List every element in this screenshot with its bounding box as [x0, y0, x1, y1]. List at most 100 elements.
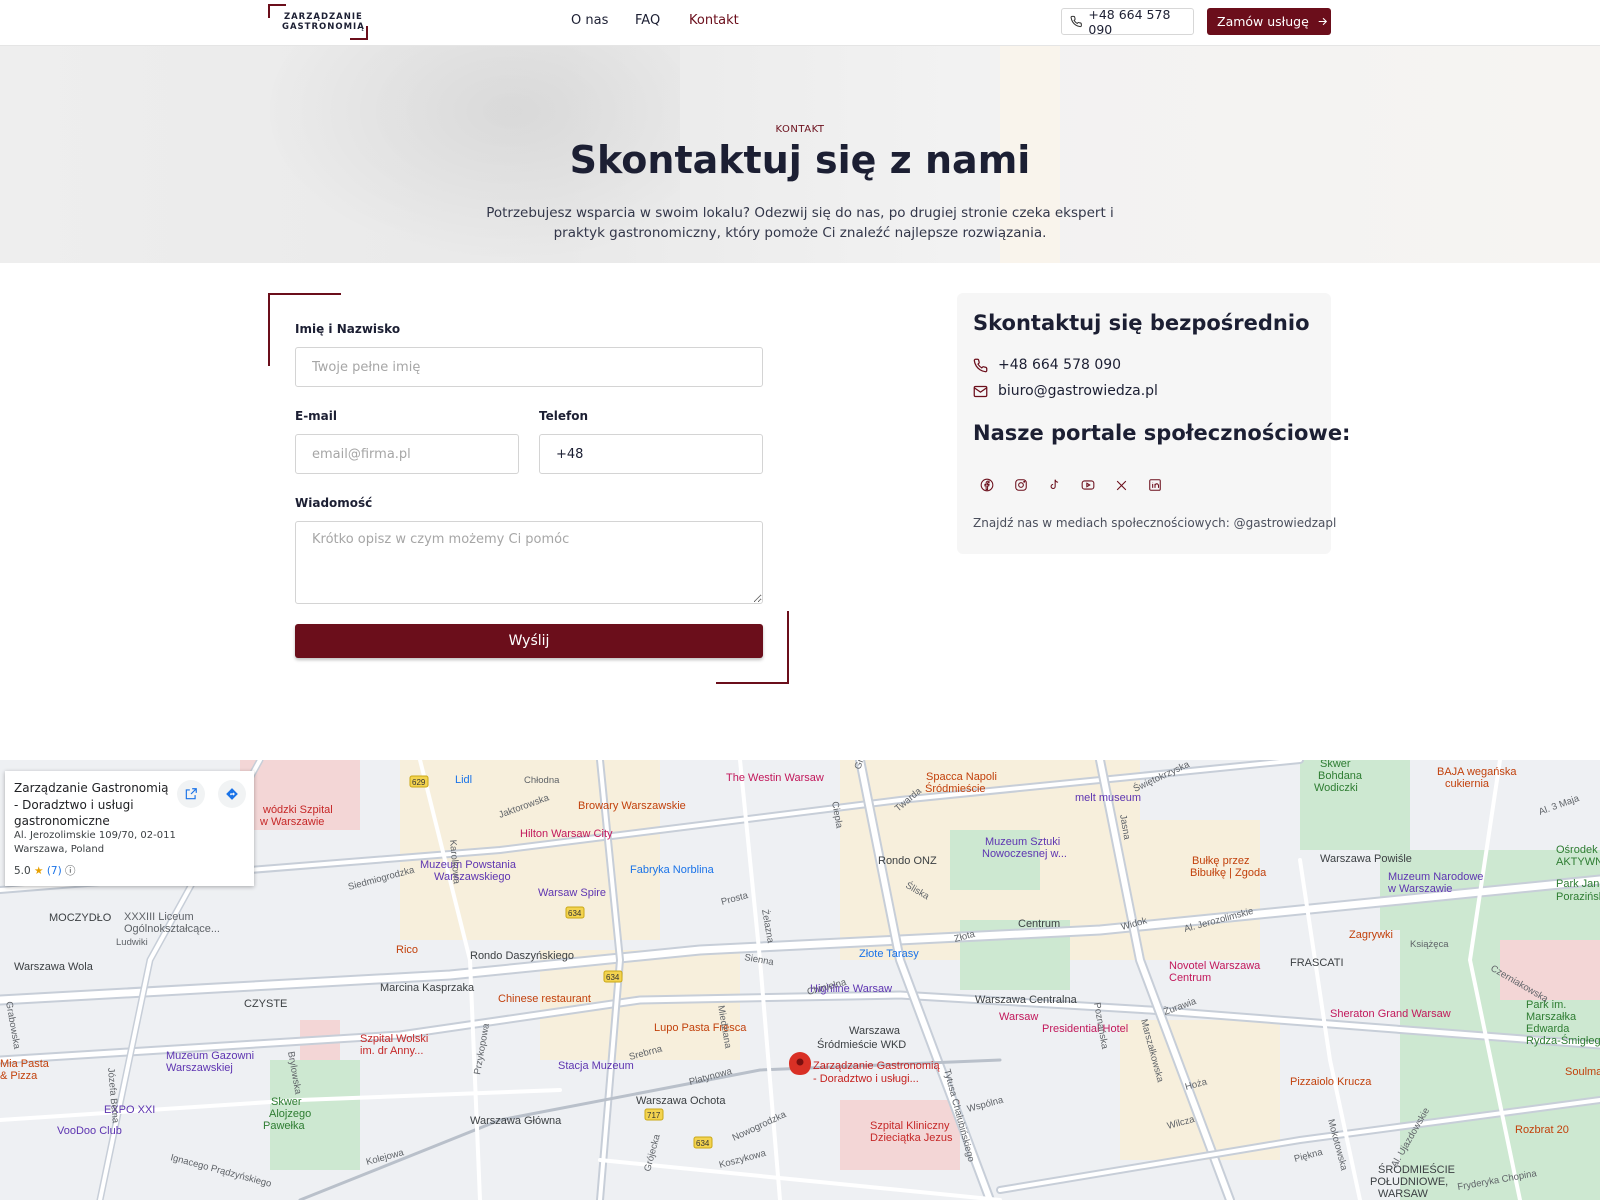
- nav-link-about[interactable]: O nas: [571, 13, 608, 28]
- map-place-label[interactable]: Muzeum Gazowni: [166, 1050, 254, 1062]
- map-place-label[interactable]: Dzieciątka Jezus: [870, 1132, 953, 1144]
- map-place-label[interactable]: Mia Pasta: [0, 1058, 50, 1070]
- map-place-label[interactable]: BAJA wegańska: [1437, 766, 1517, 778]
- map-place-label[interactable]: Alojzego: [269, 1108, 311, 1120]
- map-place-label[interactable]: Presidential Hotel: [1042, 1023, 1128, 1035]
- order-service-button[interactable]: Zamów usługę: [1207, 8, 1331, 35]
- map-place-label[interactable]: Pawełka: [263, 1120, 305, 1132]
- map-place-label[interactable]: Ośrodek Solec: [1556, 844, 1600, 856]
- map-place-label[interactable]: Warszawa: [849, 1025, 901, 1037]
- map-place-label[interactable]: Browary Warszawskie: [578, 800, 686, 812]
- header-phone-button[interactable]: +48 664 578 090: [1061, 7, 1194, 37]
- map-place-label[interactable]: Warsaw: [999, 1011, 1038, 1023]
- map-place-label[interactable]: AKTYWNA...: [1556, 856, 1600, 868]
- card-email-row[interactable]: biuro@gastrowiedza.pl: [973, 383, 1158, 399]
- name-input[interactable]: [295, 347, 763, 387]
- phone-input[interactable]: [539, 434, 763, 474]
- map-place-label[interactable]: XXXIII Liceum: [124, 911, 194, 923]
- map-place-label[interactable]: WARSAW: [1378, 1188, 1429, 1200]
- map-place-label[interactable]: Warszawa Główna: [470, 1115, 562, 1127]
- map-place-label[interactable]: Edwarda: [1526, 1023, 1570, 1035]
- map-place-label[interactable]: Złote Tarasy: [859, 948, 919, 960]
- map-place-label[interactable]: Park Janiny: [1556, 878, 1600, 890]
- map-place-label[interactable]: Rondo Daszyńskiego: [470, 950, 574, 962]
- facebook-icon[interactable]: [976, 474, 998, 496]
- info-icon[interactable]: ⓘ: [65, 865, 76, 877]
- map-place-label[interactable]: w Warszawie: [259, 816, 324, 828]
- map-place-label[interactable]: Rico: [396, 944, 418, 956]
- nav-link-faq[interactable]: FAQ: [635, 13, 660, 28]
- map-place-label[interactable]: Skwer: [1320, 760, 1351, 770]
- map-place-label[interactable]: Warszawa Powiśle: [1320, 853, 1412, 865]
- map-place-label[interactable]: Bohdana: [1318, 770, 1363, 782]
- map-place-label[interactable]: POŁUDNIOWE,: [1370, 1176, 1448, 1188]
- tiktok-icon[interactable]: [1043, 474, 1065, 496]
- map-place-label[interactable]: Marcina Kasprzaka: [380, 982, 475, 994]
- address-line1: Al. Jerozolimskie 109/70, 02-011: [14, 830, 176, 841]
- map-place-label[interactable]: Warszawa Wola: [14, 961, 94, 973]
- map-place-label[interactable]: Porazińskiej: [1556, 891, 1600, 903]
- review-count[interactable]: (7): [47, 865, 62, 877]
- map-place-label[interactable]: Bułkę przez: [1192, 855, 1249, 867]
- map-place-label[interactable]: FRASCATI: [1290, 957, 1344, 969]
- map-place-label[interactable]: wódzki Szpital: [262, 804, 333, 816]
- map-place-label[interactable]: Bibułkę | Zgoda: [1190, 867, 1267, 879]
- map-place-label[interactable]: Hilton Warsaw City: [520, 828, 613, 840]
- map-place-label[interactable]: Soulmates: [1565, 1066, 1600, 1078]
- map-place-label[interactable]: Muzeum Sztuki: [985, 836, 1060, 848]
- map-place-label[interactable]: Rozbrat 20: [1515, 1124, 1569, 1136]
- map-place-label[interactable]: Lidl: [455, 774, 472, 786]
- map-place-label[interactable]: Muzeum Powstania: [420, 859, 517, 871]
- map-place-label[interactable]: Rydza-Śmigłego: [1526, 1034, 1600, 1047]
- map-place-label[interactable]: Centrum: [1169, 972, 1211, 984]
- email-input[interactable]: [295, 434, 519, 474]
- map-place-label[interactable]: Warszawa Ochota: [636, 1095, 726, 1107]
- map-place-label[interactable]: Śródmieście: [925, 782, 986, 795]
- map-place-label[interactable]: Rondo ONZ: [878, 855, 937, 867]
- instagram-icon[interactable]: [1010, 474, 1032, 496]
- map-place-label[interactable]: w Warszawie: [1387, 883, 1452, 895]
- map-place-label[interactable]: Spacca Napoli: [926, 771, 997, 783]
- map-place-label[interactable]: Szpital Kliniczny: [870, 1120, 950, 1132]
- map-place-label[interactable]: Ogólnokształcące...: [124, 923, 220, 935]
- map-place-label[interactable]: Warszawa Centralna: [975, 994, 1078, 1006]
- map-place-label[interactable]: Warszawskiego: [434, 871, 511, 883]
- directions-icon[interactable]: [218, 780, 246, 808]
- map-place-label[interactable]: & Pizza: [0, 1070, 38, 1082]
- map-place-label[interactable]: Muzeum Narodowe: [1388, 871, 1483, 883]
- map-place-label[interactable]: Wodiczki: [1314, 782, 1358, 794]
- map-place-label[interactable]: melt museum: [1075, 792, 1141, 804]
- map-place-label[interactable]: Śródmieście WKD: [817, 1038, 906, 1051]
- map-place-label[interactable]: CZYSTE: [244, 998, 287, 1010]
- open-in-maps-icon[interactable]: [177, 780, 205, 808]
- x-icon[interactable]: [1110, 474, 1132, 496]
- map-place-label[interactable]: Lupo Pasta Fresca: [654, 1022, 747, 1034]
- card-phone-row[interactable]: +48 664 578 090: [973, 357, 1121, 373]
- map-place-label[interactable]: Nowoczesnej w...: [982, 848, 1067, 860]
- logo[interactable]: ZARZĄDZANIE GASTRONOMIĄ: [268, 4, 368, 40]
- map-place-label[interactable]: VooDoo Club: [57, 1125, 122, 1137]
- youtube-icon[interactable]: [1077, 474, 1099, 496]
- linkedin-icon[interactable]: [1144, 474, 1166, 496]
- road-number: 717: [647, 1111, 661, 1120]
- map-place-label[interactable]: The Westin Warsaw: [726, 772, 824, 784]
- map-place-label[interactable]: Stacja Muzeum: [558, 1060, 634, 1072]
- nav-link-contact[interactable]: Kontakt: [689, 13, 739, 28]
- map-place-label[interactable]: Warsaw Spire: [538, 887, 606, 899]
- map-place-label[interactable]: im. dr Anny...: [360, 1045, 423, 1057]
- submit-button[interactable]: Wyślij: [295, 624, 763, 658]
- map-place-label[interactable]: Centrum: [1018, 918, 1060, 930]
- map-place-label[interactable]: Sheraton Grand Warsaw: [1330, 1008, 1451, 1020]
- map-place-label[interactable]: Novotel Warszawa: [1169, 960, 1261, 972]
- map-place-label[interactable]: Szpital Wolski: [360, 1033, 428, 1045]
- map-place-label[interactable]: Pizzaiolo Krucza: [1290, 1076, 1372, 1088]
- map-place-label[interactable]: Skwer: [271, 1096, 302, 1108]
- map-place-label[interactable]: Warszawskiej: [166, 1062, 233, 1074]
- map-place-label[interactable]: MOCZYDŁO: [49, 912, 112, 924]
- message-textarea[interactable]: [295, 521, 763, 604]
- map-place-label[interactable]: cukiernia: [1445, 778, 1490, 790]
- map-place-label[interactable]: Chinese restaurant: [498, 993, 591, 1005]
- map-place-label[interactable]: Zagrywki: [1349, 929, 1393, 941]
- map-place-label[interactable]: Marszałka: [1526, 1011, 1577, 1023]
- map-place-label[interactable]: Fabryka Norblina: [630, 864, 715, 876]
